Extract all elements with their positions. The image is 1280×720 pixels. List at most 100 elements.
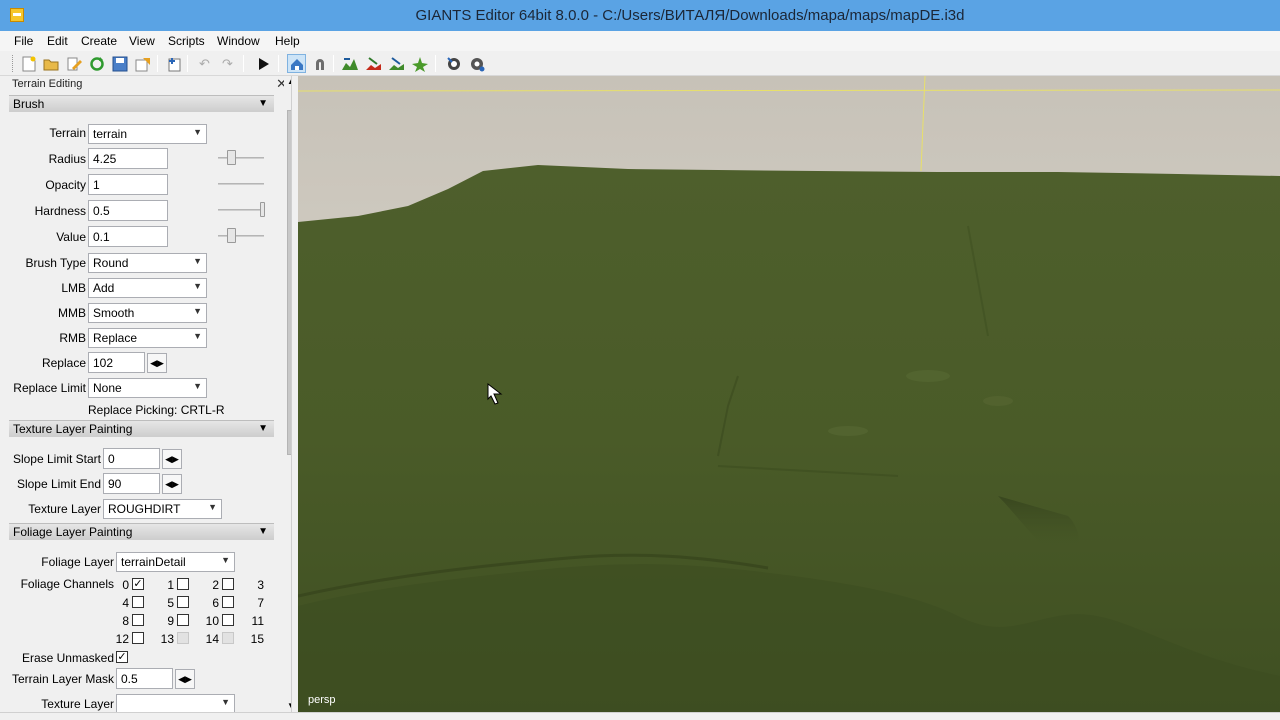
texture-layer-select[interactable]: ROUGHDIRT ▼ — [103, 499, 222, 519]
collapse-arrow-icon[interactable]: ▼ — [258, 423, 268, 434]
channel-2-label: 2 — [212, 578, 219, 592]
brush-type-select[interactable]: Round ▼ — [88, 253, 207, 273]
terrain-layer-mask-field[interactable]: 0.5 — [116, 668, 173, 689]
slope-start-field[interactable]: 0 — [103, 448, 160, 469]
channel-12-checkbox[interactable] — [132, 632, 144, 644]
open-folder-icon[interactable] — [41, 54, 60, 73]
terrain-render — [298, 76, 1280, 712]
value-slider-thumb[interactable] — [227, 228, 236, 243]
channel-10-label: 10 — [205, 614, 219, 628]
mmb-select[interactable]: Smooth ▼ — [88, 303, 207, 323]
scrollbar-thumb[interactable] — [287, 110, 291, 455]
erase-unmasked-checkbox[interactable]: ✓ — [116, 651, 128, 663]
value-field[interactable]: 0.1 — [88, 226, 168, 247]
channel-9-checkbox[interactable] — [177, 614, 189, 626]
replace-limit-select[interactable]: None ▼ — [88, 378, 207, 398]
panel-title: Terrain Editing — [8, 76, 291, 93]
channel-6-checkbox[interactable] — [222, 596, 234, 608]
terrain-select[interactable]: terrain ▼ — [88, 124, 207, 144]
3d-viewport[interactable]: persp — [298, 76, 1280, 712]
foliage-section-title: Foliage Layer Painting — [13, 525, 133, 539]
play-icon[interactable] — [254, 54, 273, 73]
channel-4-checkbox[interactable] — [132, 596, 144, 608]
panel-scrollbar[interactable]: ▲ ▼ — [284, 76, 291, 712]
foliage-channels-label: Foliage Channels — [20, 577, 114, 591]
menu-scripts[interactable]: Scripts — [168, 34, 205, 48]
foliage-section-header[interactable]: Foliage Layer Painting ▼ — [9, 523, 274, 540]
new-file-icon[interactable] — [19, 54, 38, 73]
slope-end-stepper[interactable]: ◀▶ — [162, 474, 182, 494]
channel-14-label: 14 — [205, 632, 219, 646]
radius-slider-thumb[interactable] — [227, 150, 236, 165]
edit-file-icon[interactable] — [64, 54, 83, 73]
menu-view[interactable]: View — [129, 34, 155, 48]
radius-slider[interactable] — [218, 157, 264, 159]
terrain-sculpt-icon[interactable] — [340, 54, 359, 73]
scroll-down-icon[interactable]: ▼ — [287, 701, 291, 710]
chevron-down-icon: ▼ — [193, 306, 202, 316]
value-slider[interactable] — [218, 235, 264, 237]
foliage-paint-icon[interactable] — [410, 54, 429, 73]
menu-window[interactable]: Window — [217, 34, 260, 48]
texture-section-header[interactable]: Texture Layer Painting ▼ — [9, 420, 274, 437]
channel-10-checkbox[interactable] — [222, 614, 234, 626]
foliage-texture-layer-select[interactable]: ▼ — [116, 694, 235, 712]
opacity-field[interactable]: 1 — [88, 174, 168, 195]
replace-field[interactable]: 102 — [88, 352, 145, 373]
channel-1-label: 1 — [167, 578, 174, 592]
radius-field[interactable]: 4.25 — [88, 148, 168, 169]
gear-icon[interactable] — [467, 54, 486, 73]
undo-icon[interactable]: ↶ — [195, 54, 214, 73]
slope-start-stepper[interactable]: ◀▶ — [162, 449, 182, 469]
collapse-arrow-icon[interactable]: ▼ — [258, 526, 268, 537]
lmb-label: LMB — [61, 281, 86, 295]
menu-help[interactable]: Help — [275, 34, 300, 48]
hardness-label: Hardness — [34, 204, 86, 218]
foliage-texture-layer-label: Texture Layer — [41, 697, 114, 711]
import-icon[interactable] — [164, 54, 183, 73]
chevron-down-icon: ▼ — [193, 381, 202, 391]
hardness-field[interactable]: 0.5 — [88, 200, 168, 221]
redo-icon[interactable]: ↷ — [218, 54, 237, 73]
radius-label: Radius — [48, 152, 86, 166]
replace-stepper[interactable]: ◀▶ — [147, 353, 167, 373]
chevron-down-icon: ▼ — [208, 502, 217, 512]
scroll-up-icon[interactable]: ▲ — [287, 77, 291, 86]
terrain-label: Terrain — [49, 126, 86, 140]
rmb-select[interactable]: Replace ▼ — [88, 328, 207, 348]
terrain-paint-icon[interactable] — [364, 54, 383, 73]
channel-4-label: 4 — [122, 596, 129, 610]
magnet-icon[interactable] — [310, 54, 329, 73]
channel-14-checkbox — [222, 632, 234, 644]
channel-11-label: 11 — [251, 614, 264, 628]
toolbar-grip — [12, 55, 15, 72]
status-bar — [0, 712, 1280, 720]
channel-0-checkbox[interactable]: ✓ — [132, 578, 144, 590]
hardness-slider-thumb[interactable] — [260, 202, 265, 217]
brush-section-title: Brush — [13, 97, 45, 111]
opacity-slider[interactable] — [218, 183, 264, 185]
lmb-select[interactable]: Add ▼ — [88, 278, 207, 298]
channel-2-checkbox[interactable] — [222, 578, 234, 590]
brush-section-header[interactable]: Brush ▼ — [9, 95, 274, 112]
export-icon[interactable] — [133, 54, 152, 73]
reload-icon[interactable] — [87, 54, 106, 73]
channel-5-checkbox[interactable] — [177, 596, 189, 608]
menu-edit[interactable]: Edit — [47, 34, 68, 48]
menu-file[interactable]: File — [14, 34, 33, 48]
hardness-slider[interactable] — [218, 209, 264, 211]
slope-end-field[interactable]: 90 — [103, 473, 160, 494]
settings-icon[interactable] — [444, 54, 463, 73]
menu-create[interactable]: Create — [81, 34, 117, 48]
terrain-select-icon[interactable] — [287, 54, 306, 73]
window-title: GIANTS Editor 64bit 8.0.0 - C:/Users/ВИТ… — [415, 7, 965, 24]
texture-paint-icon[interactable] — [387, 54, 406, 73]
channel-1-checkbox[interactable] — [177, 578, 189, 590]
save-icon[interactable] — [110, 54, 129, 73]
terrain-layer-mask-stepper[interactable]: ◀▶ — [175, 669, 195, 689]
collapse-arrow-icon[interactable]: ▼ — [258, 98, 268, 109]
channel-13-label: 13 — [160, 632, 174, 646]
channel-8-checkbox[interactable] — [132, 614, 144, 626]
foliage-layer-select[interactable]: terrainDetail ▼ — [116, 552, 235, 572]
camera-label: persp — [308, 694, 336, 706]
